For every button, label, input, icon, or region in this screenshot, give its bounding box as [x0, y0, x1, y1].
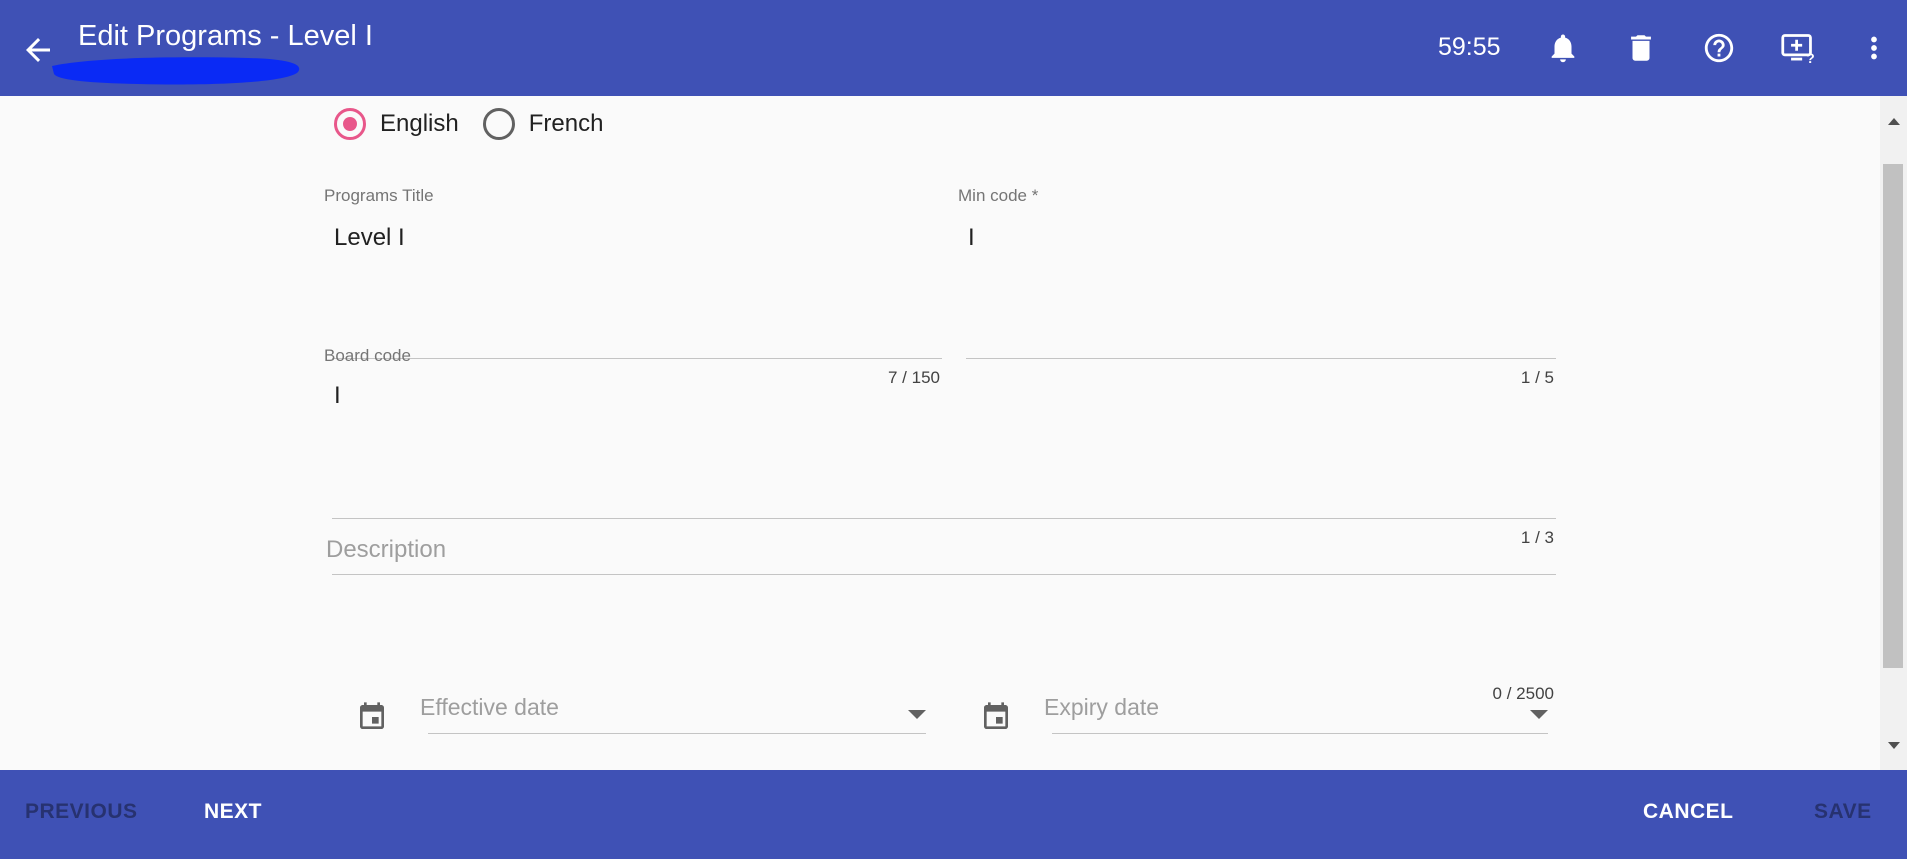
vertical-scrollbar[interactable] [1880, 96, 1907, 770]
page-title: Edit Programs - Level I [78, 20, 373, 52]
description-field[interactable]: Description 0 / 2500 [324, 536, 1558, 703]
radio-label-french: French [528, 110, 604, 137]
scroll-up-icon[interactable] [1888, 118, 1900, 125]
effective-date-placeholder: Effective date [420, 694, 559, 720]
expiry-date-field[interactable]: Expiry date [980, 694, 1550, 760]
calendar-icon[interactable] [980, 700, 1012, 734]
scrollbar-thumb[interactable] [1883, 164, 1903, 668]
more-vert-icon[interactable] [1854, 28, 1894, 68]
expiry-date-placeholder: Expiry date [1044, 694, 1160, 720]
redaction-scribble [52, 57, 300, 85]
previous-button[interactable]: PREVIOUS [25, 800, 138, 824]
min-code-input[interactable] [968, 224, 1548, 252]
effective-date-field[interactable]: Effective date [356, 694, 926, 760]
effective-date-underline [428, 733, 926, 734]
trash-icon[interactable] [1621, 28, 1661, 68]
radio-unchecked-icon [482, 108, 515, 140]
board-code-input[interactable] [334, 382, 1534, 410]
min-code-label: Min code * [958, 186, 1039, 205]
board-code-label: Board code [324, 346, 411, 365]
cancel-button[interactable]: CANCEL [1643, 800, 1734, 824]
programs-title-label: Programs Title [324, 186, 434, 205]
session-timer: 59:55 [1438, 33, 1501, 61]
help-icon[interactable] [1699, 28, 1739, 68]
form-content: English French Programs Title 7 / 150 Mi… [0, 96, 1880, 770]
chevron-down-icon[interactable] [1530, 710, 1548, 719]
board-code-underline [332, 518, 1556, 519]
app-bar: Edit Programs - Level I 59:55 ? [0, 0, 1907, 96]
description-placeholder: Description [326, 536, 447, 563]
language-radio-group: English French [334, 108, 627, 140]
scroll-down-icon[interactable] [1888, 742, 1900, 749]
bell-icon[interactable] [1543, 28, 1583, 68]
expiry-date-underline [1052, 733, 1548, 734]
programs-title-input[interactable] [334, 224, 934, 252]
svg-text:?: ? [1806, 50, 1814, 65]
screen-help-icon[interactable]: ? [1778, 28, 1818, 68]
radio-english[interactable]: English [334, 108, 459, 140]
radio-french[interactable]: French [482, 108, 604, 140]
programs-title-field: Programs Title 7 / 150 [324, 186, 944, 387]
calendar-icon[interactable] [356, 700, 388, 734]
radio-label-english: English [380, 110, 459, 137]
next-button[interactable]: NEXT [204, 800, 262, 824]
min-code-field: Min code * 1 / 5 [958, 186, 1558, 387]
chevron-down-icon[interactable] [908, 710, 926, 719]
bottom-action-bar: PREVIOUS NEXT CANCEL SAVE [0, 770, 1907, 859]
save-button[interactable]: SAVE [1814, 800, 1872, 824]
radio-checked-icon [334, 108, 366, 140]
description-underline [332, 574, 1556, 575]
board-code-field: Board code 1 / 3 [324, 346, 1558, 547]
